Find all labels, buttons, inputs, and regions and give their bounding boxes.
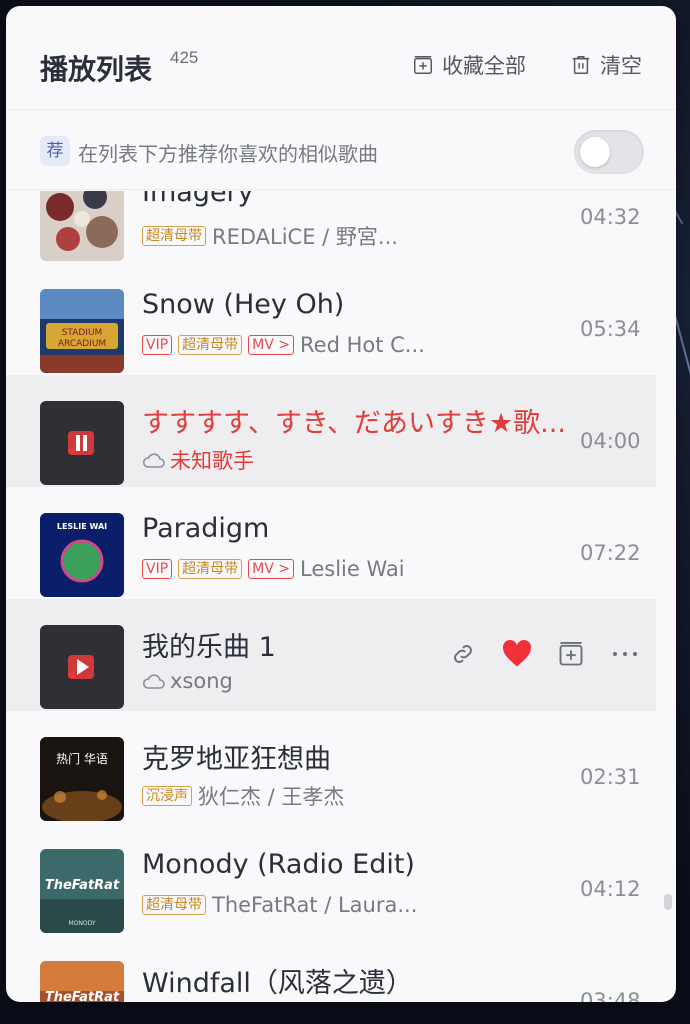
song-row[interactable]: Imagery 超清母带 REDALiCE / 野宮... 04:32 <box>6 191 656 263</box>
song-artist[interactable]: TheFatRat / Laura... <box>212 893 417 917</box>
mv-badge[interactable]: MV > <box>248 335 294 355</box>
recommend-toggle[interactable] <box>574 130 644 174</box>
trash-icon <box>572 56 590 74</box>
playlist-panel: 播放列表 425 收藏全部 清空 荐 在列表下方推荐你喜欢的相似歌曲 Image… <box>6 6 676 1002</box>
link-icon[interactable] <box>448 639 478 669</box>
song-row[interactable]: TheFatRat Windfall（风落之遗） 03:48 <box>6 935 656 1002</box>
song-meta: VIP 超清母带 MV > Red Hot C... <box>142 333 425 357</box>
cover-text: 热门 华语 <box>56 751 108 766</box>
song-row[interactable]: STADIUM ARCADIUM Snow (Hey Oh) VIP 超清母带 … <box>6 263 656 375</box>
song-meta: 超清母带 REDALiCE / 野宮... <box>142 221 398 251</box>
song-artist[interactable]: 未知歌手 <box>170 445 254 475</box>
cover-subtext: MONODY <box>68 920 95 927</box>
svg-text:ARCADIUM: ARCADIUM <box>58 339 106 349</box>
cover-text: TheFatRat <box>45 990 120 1002</box>
quality-badge: 超清母带 <box>142 226 206 246</box>
song-title: 克罗地亚狂想曲 <box>142 744 331 775</box>
album-cover <box>40 401 124 485</box>
cover-text: TheFatRat <box>45 878 120 893</box>
song-meta: 沉浸声 狄仁杰 / 王孝杰 <box>142 781 344 811</box>
song-duration: 03:48 <box>580 989 641 1002</box>
song-row-hover[interactable]: 我的乐曲 1 xsong <box>6 599 656 711</box>
song-row[interactable]: LESLIE WAI Paradigm VIP 超清母带 MV > Leslie… <box>6 487 656 599</box>
song-artist[interactable]: Leslie Wai <box>300 557 405 581</box>
more-icon[interactable] <box>610 639 640 669</box>
scrollbar-thumb[interactable] <box>664 894 672 910</box>
collect-all-button[interactable]: 收藏全部 <box>412 50 526 80</box>
quality-badge: 超清母带 <box>142 895 206 915</box>
album-cover <box>40 625 124 709</box>
song-row[interactable]: TheFatRat MONODY Monody (Radio Edit) 超清母… <box>6 823 656 935</box>
album-cover: TheFatRat <box>40 961 124 1002</box>
song-title: 我的乐曲 1 <box>142 632 276 663</box>
pause-icon <box>68 431 94 455</box>
recommend-text: 在列表下方推荐你喜欢的相似歌曲 <box>78 142 378 166</box>
collect-all-label: 收藏全部 <box>442 54 526 78</box>
cover-text: LESLIE WAI <box>57 522 107 531</box>
song-meta: xsong <box>142 669 233 693</box>
toggle-knob <box>580 137 610 167</box>
quality-badge: 超清母带 <box>178 335 243 355</box>
folder-add-icon <box>414 56 432 74</box>
album-cover: STADIUM ARCADIUM <box>40 289 124 373</box>
song-list: Imagery 超清母带 REDALiCE / 野宮... 04:32 STAD… <box>6 191 656 1002</box>
song-duration: 05:34 <box>580 317 641 341</box>
recommend-tag: 荐 <box>40 136 70 166</box>
album-cover <box>40 191 124 261</box>
song-title: Paradigm <box>142 513 270 544</box>
song-title: Imagery <box>142 191 254 208</box>
song-title: Monody (Radio Edit) <box>142 849 415 880</box>
song-duration: 04:12 <box>580 877 641 901</box>
album-cover: TheFatRat MONODY <box>40 849 124 933</box>
song-row-playing[interactable]: すすすす、すき、だあいすき★歌... 未知歌手 04:00 <box>6 375 656 487</box>
svg-text:STADIUM: STADIUM <box>62 328 103 338</box>
song-artist[interactable]: REDALiCE / 野宮... <box>212 221 398 251</box>
cloud-icon <box>142 674 165 689</box>
playlist-header: 播放列表 425 收藏全部 清空 <box>6 6 676 110</box>
clear-button[interactable]: 清空 <box>570 50 642 80</box>
song-title: すすすす、すき、だあいすき★歌... <box>142 408 566 439</box>
clear-label: 清空 <box>600 54 642 78</box>
heart-icon[interactable] <box>502 639 532 669</box>
song-artist[interactable]: 狄仁杰 / 王孝杰 <box>198 781 344 811</box>
play-icon <box>68 655 94 679</box>
song-duration: 02:31 <box>580 765 641 789</box>
mv-badge[interactable]: MV > <box>248 559 294 579</box>
recommend-bar: 荐 在列表下方推荐你喜欢的相似歌曲 <box>6 110 676 190</box>
quality-badge: 超清母带 <box>178 559 243 579</box>
vip-badge: VIP <box>142 559 173 579</box>
song-title: Windfall（风落之遗） <box>142 968 413 999</box>
row-actions <box>448 639 640 669</box>
immersive-badge: 沉浸声 <box>142 786 192 806</box>
song-title: Snow (Hey Oh) <box>142 289 345 320</box>
song-artist[interactable]: xsong <box>170 669 233 693</box>
vip-badge: VIP <box>142 335 173 355</box>
add-to-playlist-icon[interactable] <box>556 639 586 669</box>
song-count: 425 <box>170 48 199 67</box>
song-artist[interactable]: Red Hot C... <box>300 333 425 357</box>
song-duration: 07:22 <box>580 541 641 565</box>
song-meta: VIP 超清母带 MV > Leslie Wai <box>142 557 405 581</box>
song-meta: 未知歌手 <box>142 445 254 475</box>
album-cover: 热门 华语 <box>40 737 124 821</box>
song-duration: 04:00 <box>580 429 641 453</box>
album-cover: LESLIE WAI <box>40 513 124 597</box>
cloud-icon <box>142 453 165 468</box>
song-meta: 超清母带 TheFatRat / Laura... <box>142 893 417 917</box>
song-row[interactable]: 热门 华语 克罗地亚狂想曲 沉浸声 狄仁杰 / 王孝杰 02:31 <box>6 711 656 823</box>
page-title: 播放列表 <box>40 53 153 86</box>
song-duration: 04:32 <box>580 205 641 229</box>
